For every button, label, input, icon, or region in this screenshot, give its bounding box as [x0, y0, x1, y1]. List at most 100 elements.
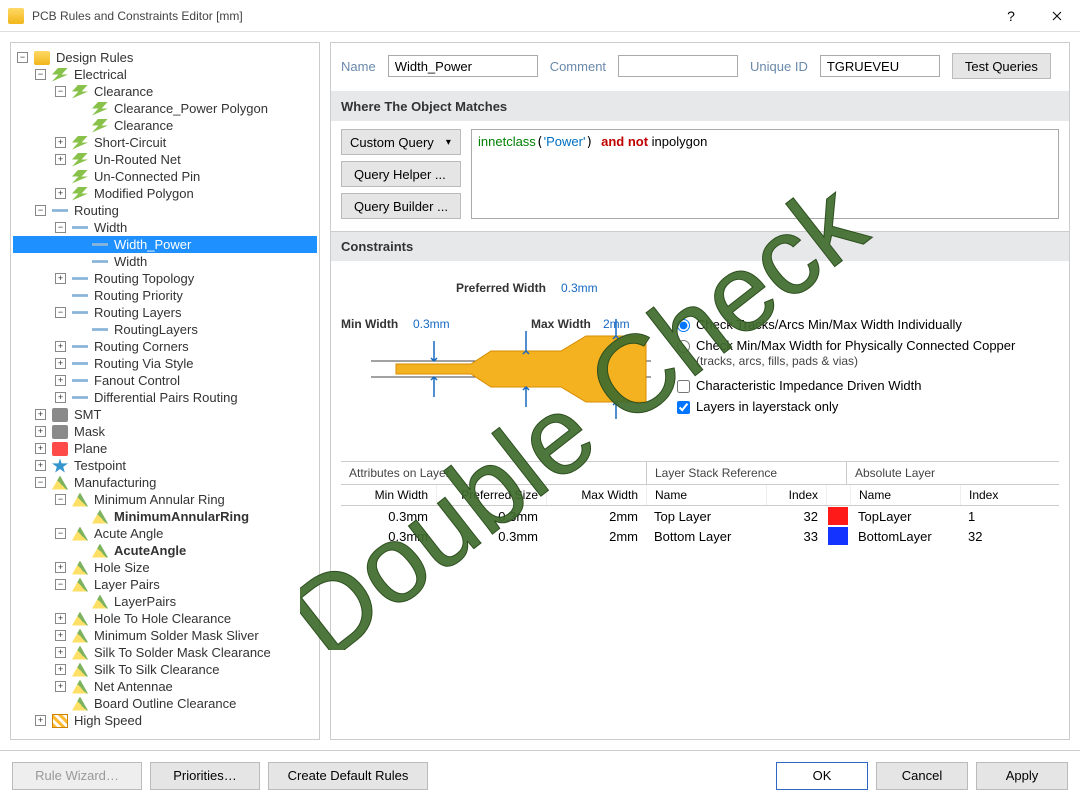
tree-fanout[interactable]: +Fanout Control	[13, 372, 317, 389]
trace-width-preview: Preferred Width 0.3mm Min Width 0.3mm Ma…	[341, 269, 661, 449]
rules-tree-panel[interactable]: −Design Rules −Electrical −Clearance Cle…	[10, 42, 320, 740]
constraints-section-header: Constraints	[331, 231, 1069, 261]
silk-icon	[72, 663, 88, 677]
tree-routing[interactable]: −Routing	[13, 202, 317, 219]
pin-icon	[72, 170, 88, 184]
antennae-icon	[72, 680, 88, 694]
tree-root[interactable]: −Design Rules	[13, 49, 317, 66]
match-type-value: Custom Query	[350, 135, 434, 150]
tree-width[interactable]: −Width	[13, 219, 317, 236]
plane-icon	[52, 442, 68, 456]
title-bar: PCB Rules and Constraints Editor [mm] ?	[0, 0, 1080, 32]
outline-icon	[72, 697, 88, 711]
fanout-icon	[72, 374, 88, 388]
angle-icon	[92, 544, 108, 558]
cancel-button[interactable]: Cancel	[876, 762, 968, 790]
tree-high-speed[interactable]: +High Speed	[13, 712, 317, 729]
tree-min-annular-leaf[interactable]: MinimumAnnularRing	[13, 508, 317, 525]
angle-icon	[72, 527, 88, 541]
max-width-value[interactable]: 2mm	[603, 317, 630, 331]
query-builder-button[interactable]: Query Builder ...	[341, 193, 461, 219]
query-helper-button[interactable]: Query Helper ...	[341, 161, 461, 187]
match-type-dropdown[interactable]: Custom Query ▾	[341, 129, 461, 155]
impedance-checkbox[interactable]	[677, 380, 690, 393]
tree-clearance-power[interactable]: Clearance_Power Polygon	[13, 100, 317, 117]
window-title: PCB Rules and Constraints Editor [mm]	[32, 9, 988, 23]
col-layer-name[interactable]: Name	[646, 485, 766, 505]
check-individual-radio[interactable]	[677, 319, 690, 332]
tree-silk-solder[interactable]: +Silk To Solder Mask Clearance	[13, 644, 317, 661]
tree-clearance[interactable]: −Clearance	[13, 83, 317, 100]
tree-unrouted-net[interactable]: +Un-Routed Net	[13, 151, 317, 168]
preferred-width-value[interactable]: 0.3mm	[561, 281, 598, 295]
testpoint-icon	[52, 459, 68, 473]
close-button[interactable]	[1034, 0, 1080, 32]
table-row[interactable]: 0.3mm0.3mm2mmTop Layer32TopLayer1	[341, 506, 1059, 526]
uniqueid-input[interactable]	[820, 55, 940, 77]
table-row[interactable]: 0.3mm0.3mm2mmBottom Layer33BottomLayer32	[341, 526, 1059, 546]
create-default-rules-button[interactable]: Create Default Rules	[268, 762, 428, 790]
tree-width-leaf[interactable]: Width	[13, 253, 317, 270]
priorities-button[interactable]: Priorities…	[150, 762, 260, 790]
col-index[interactable]: Index	[766, 485, 826, 505]
tree-manufacturing[interactable]: −Manufacturing	[13, 474, 317, 491]
name-input[interactable]	[388, 55, 538, 77]
tree-unconnected-pin[interactable]: Un-Connected Pin	[13, 168, 317, 185]
tree-min-annular[interactable]: −Minimum Annular Ring	[13, 491, 317, 508]
tree-electrical[interactable]: −Electrical	[13, 66, 317, 83]
tree-layer-pairs[interactable]: −Layer Pairs	[13, 576, 317, 593]
tree-plane[interactable]: +Plane	[13, 440, 317, 457]
tree-routing-corners[interactable]: +Routing Corners	[13, 338, 317, 355]
layerstack-checkbox[interactable]	[677, 401, 690, 414]
tree-diff-pairs[interactable]: +Differential Pairs Routing	[13, 389, 317, 406]
check-individual-label: Check Tracks/Arcs Min/Max Width Individu…	[696, 317, 962, 332]
routing-icon	[52, 204, 68, 218]
tree-board-outline[interactable]: Board Outline Clearance	[13, 695, 317, 712]
tree-layer-pairs-leaf[interactable]: LayerPairs	[13, 593, 317, 610]
tree-routing-layers[interactable]: −Routing Layers	[13, 304, 317, 321]
layer-color-swatch	[828, 507, 848, 525]
polygon-icon	[72, 187, 88, 201]
layers-icon	[92, 323, 108, 337]
comment-input[interactable]	[618, 55, 738, 77]
hole2hole-icon	[72, 612, 88, 626]
close-icon	[1052, 11, 1062, 21]
col-preferred-size[interactable]: Preferred Size	[436, 485, 546, 505]
tree-acute-angle-leaf[interactable]: AcuteAngle	[13, 542, 317, 559]
tree-width-power[interactable]: Width_Power	[13, 236, 317, 253]
tree-hole-size[interactable]: +Hole Size	[13, 559, 317, 576]
ok-button[interactable]: OK	[776, 762, 868, 790]
tree-mask[interactable]: +Mask	[13, 423, 317, 440]
check-connected-radio[interactable]	[677, 340, 690, 353]
manufacturing-icon	[52, 476, 68, 490]
width-icon	[72, 221, 88, 235]
tree-routing-via[interactable]: +Routing Via Style	[13, 355, 317, 372]
tree-min-solder-mask[interactable]: +Minimum Solder Mask Sliver	[13, 627, 317, 644]
query-textarea[interactable]: innetclass('Power') and not inpolygon	[471, 129, 1059, 219]
tree-smt[interactable]: +SMT	[13, 406, 317, 423]
tree-routing-layers-leaf[interactable]: RoutingLayers	[13, 321, 317, 338]
uniqueid-label: Unique ID	[750, 59, 808, 74]
tree-short-circuit[interactable]: +Short-Circuit	[13, 134, 317, 151]
col-max-width[interactable]: Max Width	[546, 485, 646, 505]
tree-net-antennae[interactable]: +Net Antennae	[13, 678, 317, 695]
min-width-value[interactable]: 0.3mm	[413, 317, 450, 331]
layer-width-grid[interactable]: Attributes on Layer Layer Stack Referenc…	[341, 461, 1059, 546]
tree-hole-to-hole[interactable]: +Hole To Hole Clearance	[13, 610, 317, 627]
help-button[interactable]: ?	[988, 0, 1034, 32]
tree-routing-priority[interactable]: Routing Priority	[13, 287, 317, 304]
col-abs-name[interactable]: Name	[850, 485, 960, 505]
test-queries-button[interactable]: Test Queries	[952, 53, 1051, 79]
highspeed-icon	[52, 714, 68, 728]
col-abs-index[interactable]: Index	[960, 485, 1010, 505]
col-min-width[interactable]: Min Width	[341, 485, 436, 505]
rule-wizard-button[interactable]: Rule Wizard…	[12, 762, 142, 790]
tree-modified-polygon[interactable]: +Modified Polygon	[13, 185, 317, 202]
tree-acute-angle[interactable]: −Acute Angle	[13, 525, 317, 542]
chevron-down-icon: ▾	[446, 137, 451, 148]
tree-clearance-leaf[interactable]: Clearance	[13, 117, 317, 134]
tree-routing-topology[interactable]: +Routing Topology	[13, 270, 317, 287]
tree-silk-silk[interactable]: +Silk To Silk Clearance	[13, 661, 317, 678]
tree-testpoint[interactable]: +Testpoint	[13, 457, 317, 474]
apply-button[interactable]: Apply	[976, 762, 1068, 790]
